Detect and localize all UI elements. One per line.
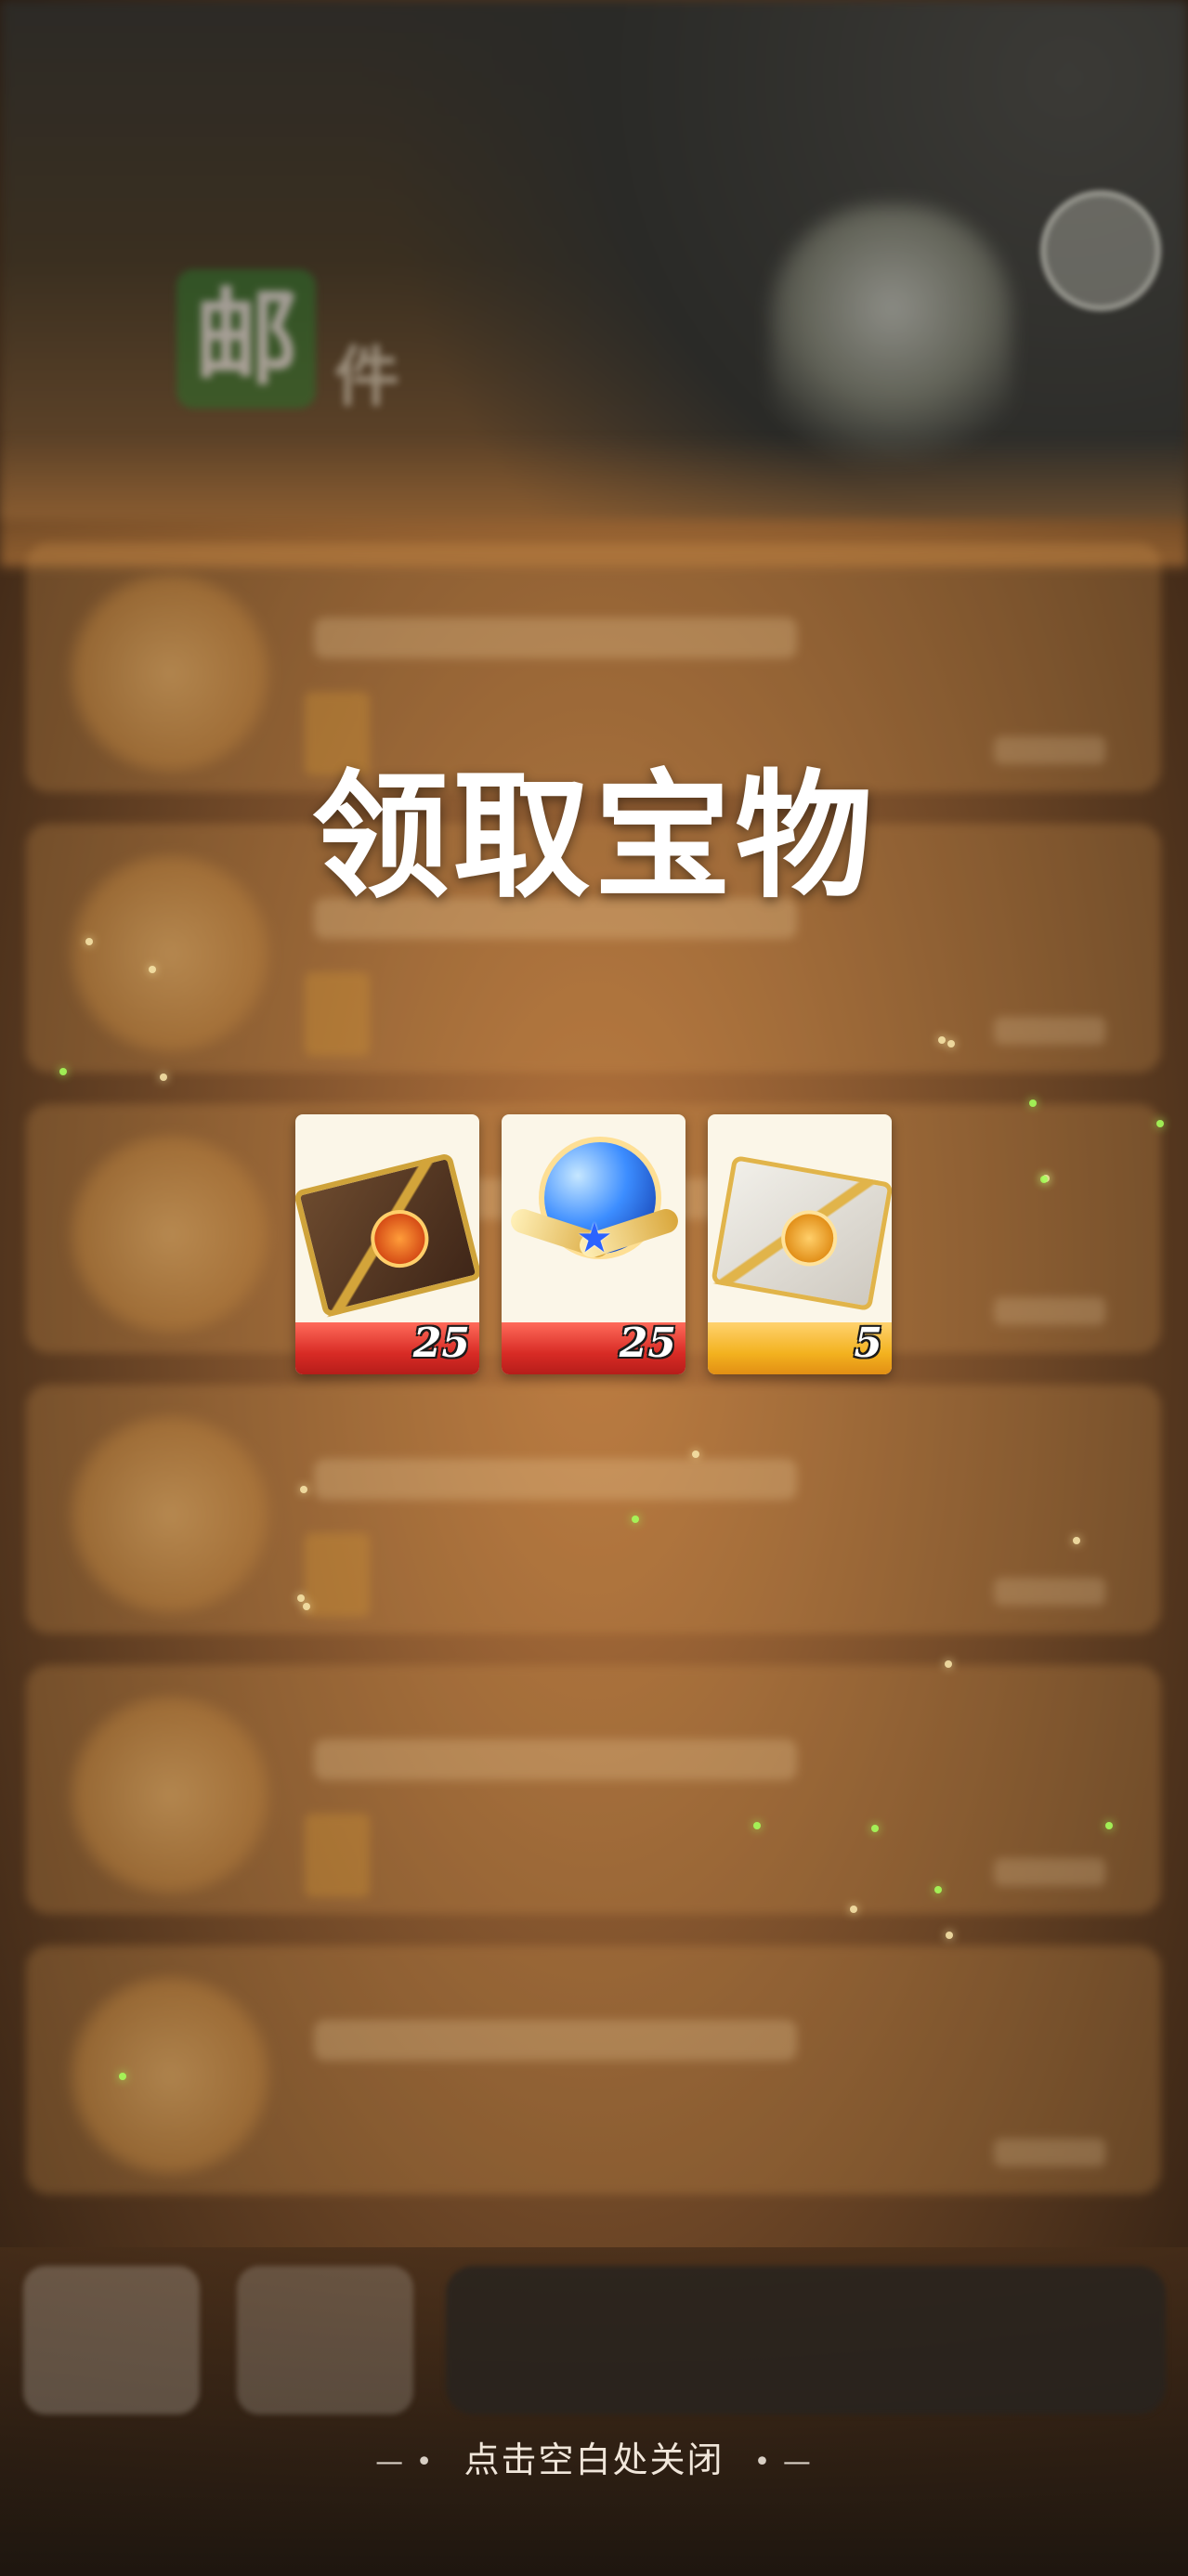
mail-row	[26, 1945, 1161, 2194]
sparkle	[1040, 1176, 1048, 1183]
sparkle	[850, 1906, 857, 1913]
mail-title-sub: 件	[334, 339, 399, 415]
sparkle	[946, 1932, 953, 1939]
sparkle	[303, 1603, 310, 1610]
reward-card-brown-envelope[interactable]: 25	[295, 1114, 479, 1374]
white-envelope-icon	[711, 1154, 892, 1312]
star-icon: ★	[576, 1215, 613, 1262]
mail-thumb	[63, 1693, 277, 1897]
mail-attachment-chip	[305, 972, 370, 1056]
mail-thumb	[63, 1973, 277, 2178]
mail-date-placeholder	[994, 1017, 1105, 1045]
delete-button-background	[237, 2266, 413, 2414]
sparkle	[297, 1594, 305, 1602]
mail-thumb	[63, 1132, 277, 1336]
sparkle	[938, 1036, 946, 1044]
sparkle	[753, 1822, 761, 1829]
mail-row	[26, 1665, 1161, 1914]
tap-blank-to-close-hint[interactable]: — • 点击空白处关闭 • —	[0, 2431, 1188, 2482]
sparkle	[1029, 1099, 1037, 1107]
top-right-star-icon	[1040, 190, 1161, 311]
reward-count: 25	[619, 1320, 676, 1367]
sparkle	[947, 1040, 955, 1047]
sparkle	[871, 1825, 879, 1832]
reward-count: 5	[854, 1320, 882, 1367]
sparkle	[692, 1451, 699, 1458]
sparkle	[1105, 1822, 1113, 1829]
sparkle	[1073, 1537, 1080, 1544]
sparkle	[160, 1073, 167, 1081]
sparkle	[59, 1068, 67, 1075]
reward-card-blue-orb[interactable]: ★ 25	[502, 1114, 685, 1374]
back-button-background	[23, 2266, 200, 2414]
mail-header-title: 邮 件	[176, 269, 418, 418]
reward-card-white-envelope[interactable]: 5	[708, 1114, 892, 1374]
mail-date-placeholder	[994, 1858, 1105, 1886]
mail-date-placeholder	[994, 2139, 1105, 2166]
reward-count: 25	[412, 1320, 470, 1367]
mail-subject-placeholder	[314, 1739, 797, 1780]
read-all-button-background	[446, 2266, 1166, 2414]
mail-thumb	[63, 1412, 277, 1617]
sparkle	[149, 966, 156, 973]
mail-attachment-chip	[305, 1814, 370, 1897]
mail-date-placeholder	[994, 1578, 1105, 1606]
reward-row: 25 ★ 25 5	[295, 1114, 894, 1374]
sparkle	[1156, 1120, 1164, 1127]
mail-title-main: 邮	[176, 269, 316, 409]
brown-envelope-icon	[295, 1151, 479, 1319]
sparkle	[300, 1486, 307, 1493]
sparkle	[632, 1516, 639, 1523]
sparkle	[119, 2073, 126, 2080]
mail-subject-placeholder	[314, 1459, 797, 1500]
sparkle	[945, 1660, 952, 1668]
sparkle	[934, 1886, 942, 1893]
mail-row	[26, 1385, 1161, 1633]
mail-subject-placeholder	[314, 618, 797, 658]
close-hint-decor-right: • —	[753, 2446, 813, 2478]
reward-popup-title: 领取宝物	[311, 755, 877, 917]
mail-date-placeholder	[994, 1297, 1105, 1325]
background-character	[771, 204, 1012, 501]
close-hint-text: 点击空白处关闭	[463, 2439, 725, 2480]
mail-subject-placeholder	[314, 2020, 797, 2061]
sparkle	[85, 938, 93, 945]
close-hint-decor-left: — •	[375, 2446, 435, 2478]
mail-attachment-chip	[305, 1533, 370, 1617]
